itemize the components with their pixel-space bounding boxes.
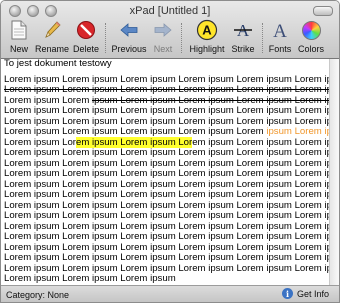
text-line: Lorem ipsum Lorem ipsum Lorem ipsum Lore…: [4, 105, 340, 116]
text-line-last: Lorem ipsum Lorem ipsum Lorem ipsum: [4, 273, 176, 284]
delete-label: Delete: [72, 44, 99, 54]
toolbar-separator: [181, 23, 183, 53]
new-button[interactable]: New: [5, 19, 33, 57]
text-line: Lorem ipsum Lorem ipsum Lorem ipsum Lore…: [4, 168, 340, 179]
toolbar-separator: [105, 23, 107, 53]
previous-label: Previous: [111, 44, 147, 54]
highlight-glyph: A: [202, 23, 212, 38]
strike-button[interactable]: A Strike: [229, 19, 257, 57]
title-bar: xPad [Untitled 1] New Rename Delete Prev…: [1, 1, 339, 59]
text-segment: Lorem ipsum Lorem: [4, 94, 92, 106]
vertical-scrollbar[interactable]: [329, 59, 339, 285]
document-title-line: To jest dokument testowy: [4, 58, 112, 69]
fonts-icon: A: [269, 19, 291, 41]
text-line: Lorem ipsum Lorem ipsum Lorem ipsum Lore…: [4, 147, 340, 158]
next-label: Next: [153, 44, 173, 54]
app-window: xPad [Untitled 1] New Rename Delete Prev…: [0, 0, 340, 303]
window-title: xPad [Untitled 1]: [129, 5, 211, 17]
text-line: Lorem ipsum Lorem ipsum Lorem ipsum Lore…: [4, 252, 340, 263]
text-editor[interactable]: To jest dokument testowy Lorem ipsum Lor…: [1, 58, 340, 285]
status-bar: Category: None i Get Info: [1, 285, 339, 302]
fonts-button[interactable]: A Fonts: [267, 19, 293, 57]
colors-label: Colors: [297, 44, 324, 54]
delete-button[interactable]: Delete: [71, 19, 101, 57]
highlighted-segment: em ipsum Lorem ipsum Lor: [75, 136, 193, 148]
new-label: New: [9, 44, 28, 54]
highlight-icon: A: [196, 19, 218, 41]
document-text[interactable]: To jest dokument testowy Lorem ipsum Lor…: [1, 58, 340, 285]
highlight-button[interactable]: A Highlight: [188, 19, 226, 57]
toolbar-toggle-button[interactable]: [313, 6, 333, 16]
struck-segment: ipsum Lorem ipsum Lorem ipsum Lorem ipsu…: [91, 94, 340, 106]
fonts-glyph: A: [273, 21, 287, 41]
strikethrough-icon: A: [232, 19, 254, 41]
text-line: Lorem ipsum Lorem ipsum Lorem ipsum Lore…: [4, 210, 340, 221]
text-segment: Lorem ipsum Lorem ipsum Lorem ipsum Lore…: [4, 126, 267, 137]
color-wheel-icon: [300, 19, 322, 41]
text-segment: Lorem ipsum Lor: [4, 136, 76, 148]
highlight-label: Highlight: [189, 44, 225, 54]
pencil-icon: [41, 19, 63, 41]
toolbar: New Rename Delete Previous Next A Highli…: [1, 19, 339, 57]
arrow-right-icon: [152, 19, 174, 41]
get-info-label: Get Info: [296, 288, 329, 299]
previous-button[interactable]: Previous: [111, 19, 147, 57]
rename-label: Rename: [34, 44, 70, 54]
get-info-button[interactable]: i Get Info: [281, 288, 329, 299]
delete-icon: [75, 19, 97, 41]
text-line: Lorem ipsum Lorem ipsum Lorem ipsum Lore…: [4, 231, 340, 242]
text-segment: em ipsum Lorem ipsum Lorem ipsum: [192, 136, 340, 148]
strike-label: Strike: [231, 44, 255, 54]
rename-button[interactable]: Rename: [35, 19, 69, 57]
new-document-icon: [8, 19, 30, 41]
toolbar-separator: [262, 23, 264, 53]
arrow-left-icon: [118, 19, 140, 41]
category-status: Category: None: [6, 290, 70, 300]
fonts-label: Fonts: [268, 44, 292, 54]
text-line: Lorem ipsum Lorem ipsum Lorem ipsum Lore…: [4, 189, 340, 200]
info-icon: i: [281, 288, 293, 299]
colors-button[interactable]: Colors: [297, 19, 325, 57]
next-button[interactable]: Next: [151, 19, 175, 57]
